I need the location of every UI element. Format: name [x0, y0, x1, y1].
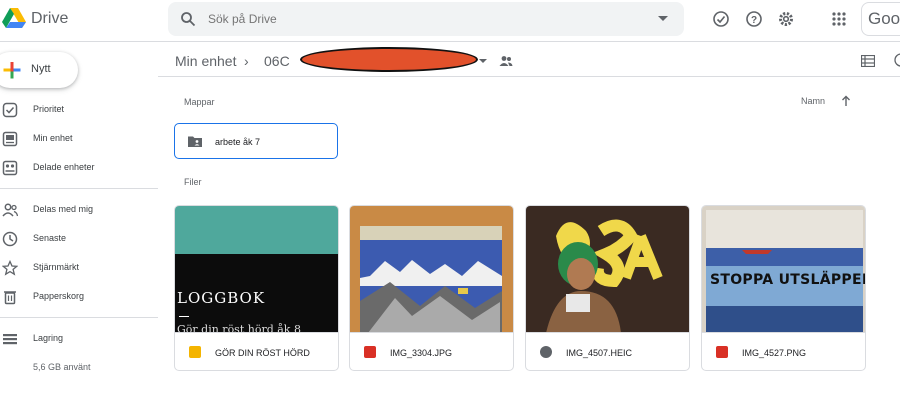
sidebar-item-starred[interactable]: Stjärnmärkt: [0, 257, 158, 279]
new-button-label: Nytt: [31, 63, 51, 75]
star-icon: [1, 259, 19, 276]
folder-name: arbete åk 7: [215, 137, 261, 147]
thumbnail-subtitle: Gör din röst hörd åk 8: [177, 323, 301, 333]
search-input[interactable]: [208, 8, 628, 30]
file-name: IMG_4507.HEIC: [566, 348, 633, 358]
file-card[interactable]: IMG_4507.HEIC: [525, 205, 690, 371]
app-name[interactable]: Drive: [31, 10, 68, 28]
file-card[interactable]: LOGGBOK Gör din röst hörd åk 8 GÖR DIN R…: [174, 205, 339, 371]
file-card[interactable]: STOPPA UTSLÄPPEN IMG_4527.PNG: [701, 205, 866, 371]
svg-text:?: ?: [751, 15, 757, 26]
chevron-down-icon[interactable]: [479, 59, 487, 63]
sidebar-item-label: Senaste: [33, 233, 67, 243]
files-section-label: Filer: [184, 177, 202, 187]
image-file-icon: [716, 346, 728, 358]
sidebar-item-label: Prioritet: [33, 104, 65, 114]
search-options-chevron-icon[interactable]: [658, 16, 668, 21]
list-view-icon[interactable]: [860, 54, 876, 72]
file-thumbnail: STOPPA UTSLÄPPEN: [702, 206, 866, 333]
sidebar-divider: [0, 188, 158, 189]
file-thumbnail: [526, 206, 689, 333]
sidebar-item-shared-with-me[interactable]: Delas med mig: [0, 199, 158, 221]
folders-section-label: Mappar: [184, 97, 215, 107]
clock-icon: [2, 231, 18, 247]
image-file-icon: [364, 346, 376, 358]
sidebar: Nytt Prioritet Min enhet Delade enheter …: [0, 43, 158, 400]
bead-art-image: [350, 206, 513, 332]
file-name: IMG_3304.JPG: [390, 348, 453, 358]
redaction-mark: [300, 47, 478, 72]
drive-logo-icon[interactable]: [2, 7, 26, 34]
folder-item[interactable]: arbete åk 7: [174, 123, 338, 159]
heic-file-icon: [540, 346, 552, 358]
offline-check-icon[interactable]: [712, 10, 730, 28]
breadcrumb-separator-icon: ›: [244, 53, 249, 69]
people-icon[interactable]: [499, 54, 513, 72]
google-account-chip[interactable]: Goo: [861, 2, 900, 36]
file-thumbnail: [350, 206, 513, 333]
protest-sign-image: [702, 206, 865, 332]
slides-file-icon: [189, 346, 201, 358]
main-content: Min enhet › 06C Mappar Namn arbete åk 7 …: [158, 43, 900, 400]
storage-icon: [2, 331, 18, 347]
search-bar[interactable]: [168, 2, 684, 36]
sidebar-item-label: Delade enheter: [33, 162, 95, 172]
sidebar-item-label: Delas med mig: [33, 204, 94, 214]
sidebar-item-shared-drives[interactable]: Delade enheter: [0, 157, 158, 179]
shared-drives-icon: [2, 160, 18, 176]
gear-icon[interactable]: [777, 10, 795, 28]
file-thumbnail: LOGGBOK Gör din röst hörd åk 8: [175, 206, 338, 333]
file-card[interactable]: IMG_3304.JPG: [349, 205, 514, 371]
storage-used-text: 5,6 GB använt: [33, 362, 91, 372]
shared-folder-icon: [187, 135, 203, 153]
clay-figure-image: [526, 206, 689, 332]
sidebar-item-trash[interactable]: Papperskorg: [0, 286, 158, 308]
sidebar-item-label: Lagring: [33, 333, 64, 343]
sort-arrow-up-icon[interactable]: [841, 94, 851, 112]
sidebar-item-my-drive[interactable]: Min enhet: [0, 128, 158, 150]
sidebar-item-label: Stjärnmärkt: [33, 262, 80, 272]
sign-text: STOPPA UTSLÄPPEN: [710, 272, 866, 288]
sidebar-item-priority[interactable]: Prioritet: [0, 99, 158, 121]
sidebar-divider: [0, 317, 158, 318]
sidebar-item-label: Papperskorg: [33, 291, 85, 301]
sidebar-item-recent[interactable]: Senaste: [0, 228, 158, 250]
info-icon[interactable]: [894, 53, 900, 72]
top-bar: Drive ? Goo: [0, 0, 900, 42]
trash-icon: [2, 289, 18, 305]
thumbnail-title: LOGGBOK: [177, 289, 266, 307]
breadcrumb: Min enhet › 06C: [158, 43, 900, 77]
sidebar-item-label: Min enhet: [33, 133, 73, 143]
sort-by-name-button[interactable]: Namn: [801, 96, 825, 106]
breadcrumb-folder[interactable]: 06C: [264, 53, 290, 69]
shared-with-me-icon: [2, 202, 19, 218]
my-drive-icon: [2, 131, 18, 147]
sidebar-item-storage[interactable]: Lagring: [0, 328, 158, 350]
breadcrumb-root[interactable]: Min enhet: [175, 53, 236, 69]
priority-check-icon: [2, 102, 18, 118]
plus-icon: [2, 60, 22, 85]
apps-grid-icon[interactable]: [830, 10, 848, 28]
help-icon[interactable]: ?: [745, 10, 763, 28]
thumbnail-dash: [179, 316, 189, 317]
search-icon[interactable]: [180, 11, 196, 32]
file-name: GÖR DIN RÖST HÖRD: [215, 348, 310, 358]
file-name: IMG_4527.PNG: [742, 348, 807, 358]
new-button[interactable]: Nytt: [0, 52, 78, 88]
